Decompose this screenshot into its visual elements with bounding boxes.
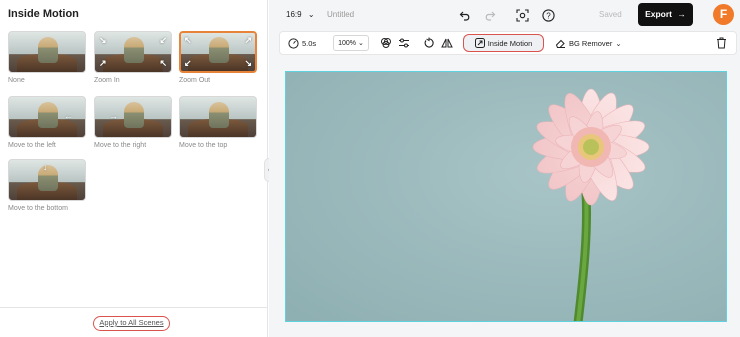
inside-motion-label: Inside Motion — [487, 38, 533, 48]
flip-icon[interactable] — [440, 36, 454, 50]
effect-thumbnail[interactable]: ↓ — [8, 159, 86, 201]
effect-label: Zoom In — [94, 77, 120, 84]
zoom-value: 100% — [338, 39, 357, 47]
inside-motion-button[interactable]: Inside Motion — [463, 34, 544, 52]
flower-image — [286, 72, 726, 321]
effect-label: Move to the top — [179, 142, 228, 149]
app-root: Inside Motion None ↘ ↙ ↗ ↖ Zoom In ↖ ↗ ↙… — [0, 0, 740, 337]
effect-thumbnail-selected[interactable]: ↖ ↗ ↙ ↘ — [179, 31, 257, 73]
effect-thumbnail[interactable] — [8, 31, 86, 73]
panel-footer: Apply to All Scenes — [0, 307, 268, 337]
aspect-ratio-value: 16:9 — [286, 10, 302, 19]
chevron-down-icon: ⌄ — [615, 38, 622, 48]
zoom-out-arrows-icon: ↖ ↗ ↙ ↘ — [184, 35, 252, 68]
effect-zoom-in[interactable]: ↘ ↙ ↗ ↖ Zoom In — [94, 31, 172, 84]
effect-move-right[interactable]: → Move to the right — [94, 96, 172, 149]
editor-area: 16:9 ⌄ Untitled ? Saved Export → F 5.0s … — [269, 0, 740, 337]
inside-motion-panel: Inside Motion None ↘ ↙ ↗ ↖ Zoom In ↖ ↗ ↙… — [0, 0, 268, 337]
effect-thumbnail[interactable]: ↘ ↙ ↗ ↖ — [94, 31, 172, 73]
arrow-right-icon: → — [109, 111, 118, 121]
redo-icon[interactable] — [483, 8, 497, 22]
bg-remover-dropdown[interactable]: BG Remover ⌄ — [555, 32, 622, 54]
effect-none[interactable]: None — [8, 31, 86, 84]
arrow-down-icon: ↓ — [43, 162, 48, 172]
screen-record-icon[interactable] — [515, 8, 529, 22]
effect-label: Zoom Out — [179, 77, 211, 84]
effect-thumbnail[interactable] — [179, 96, 257, 138]
effect-move-left[interactable]: ← Move to the left — [8, 96, 86, 149]
scene-canvas[interactable] — [285, 71, 727, 322]
duration-button[interactable]: 5.0s — [288, 32, 316, 54]
effect-label: Move to the left — [8, 142, 56, 149]
arrow-left-icon: ← — [64, 111, 73, 121]
element-toolbar: 5.0s 100% ⌄ Inside Motion BG Remover ⌄ — [279, 31, 737, 55]
eraser-icon — [555, 39, 565, 48]
effect-move-bottom[interactable]: ↓ Move to the bottom — [8, 159, 86, 212]
export-label: Export — [645, 9, 673, 19]
filters-icon[interactable] — [379, 36, 393, 50]
rotate-icon[interactable] — [422, 36, 436, 50]
zoom-in-arrows-icon: ↘ ↙ ↗ ↖ — [99, 35, 167, 68]
undo-icon[interactable] — [458, 8, 472, 22]
effect-zoom-out[interactable]: ↖ ↗ ↙ ↘ Zoom Out — [179, 31, 257, 84]
aspect-ratio-dropdown[interactable]: 16:9 ⌄ — [286, 10, 315, 19]
svg-text:?: ? — [546, 11, 551, 20]
motion-icon — [474, 38, 485, 48]
apply-to-all-scenes-button[interactable]: Apply to All Scenes — [93, 316, 170, 331]
effect-thumbnail[interactable]: ← — [8, 96, 86, 138]
effect-label: Move to the bottom — [8, 205, 68, 212]
bg-remover-label: BG Remover — [569, 38, 613, 48]
timer-icon — [288, 37, 299, 49]
document-title[interactable]: Untitled — [327, 10, 354, 19]
zoom-dropdown[interactable]: 100% ⌄ — [333, 35, 369, 51]
effect-thumbnail[interactable]: → — [94, 96, 172, 138]
avatar[interactable]: F — [713, 4, 734, 25]
help-icon[interactable]: ? — [541, 8, 555, 22]
chevron-down-icon: ⌄ — [307, 10, 315, 19]
effect-move-top[interactable]: Move to the top — [179, 96, 257, 149]
save-status: Saved — [599, 10, 622, 19]
trash-icon[interactable] — [714, 36, 728, 50]
adjust-icon[interactable] — [397, 36, 411, 50]
chevron-down-icon: ⌄ — [358, 40, 364, 47]
panel-title: Inside Motion — [8, 8, 79, 20]
duration-value: 5.0s — [302, 38, 317, 48]
export-button[interactable]: Export → — [638, 3, 693, 26]
effect-label: None — [8, 77, 25, 84]
effect-label: Move to the right — [94, 142, 147, 149]
top-bar: 16:9 ⌄ Untitled ? Saved Export → F — [269, 0, 740, 30]
arrow-right-icon: → — [677, 9, 686, 19]
